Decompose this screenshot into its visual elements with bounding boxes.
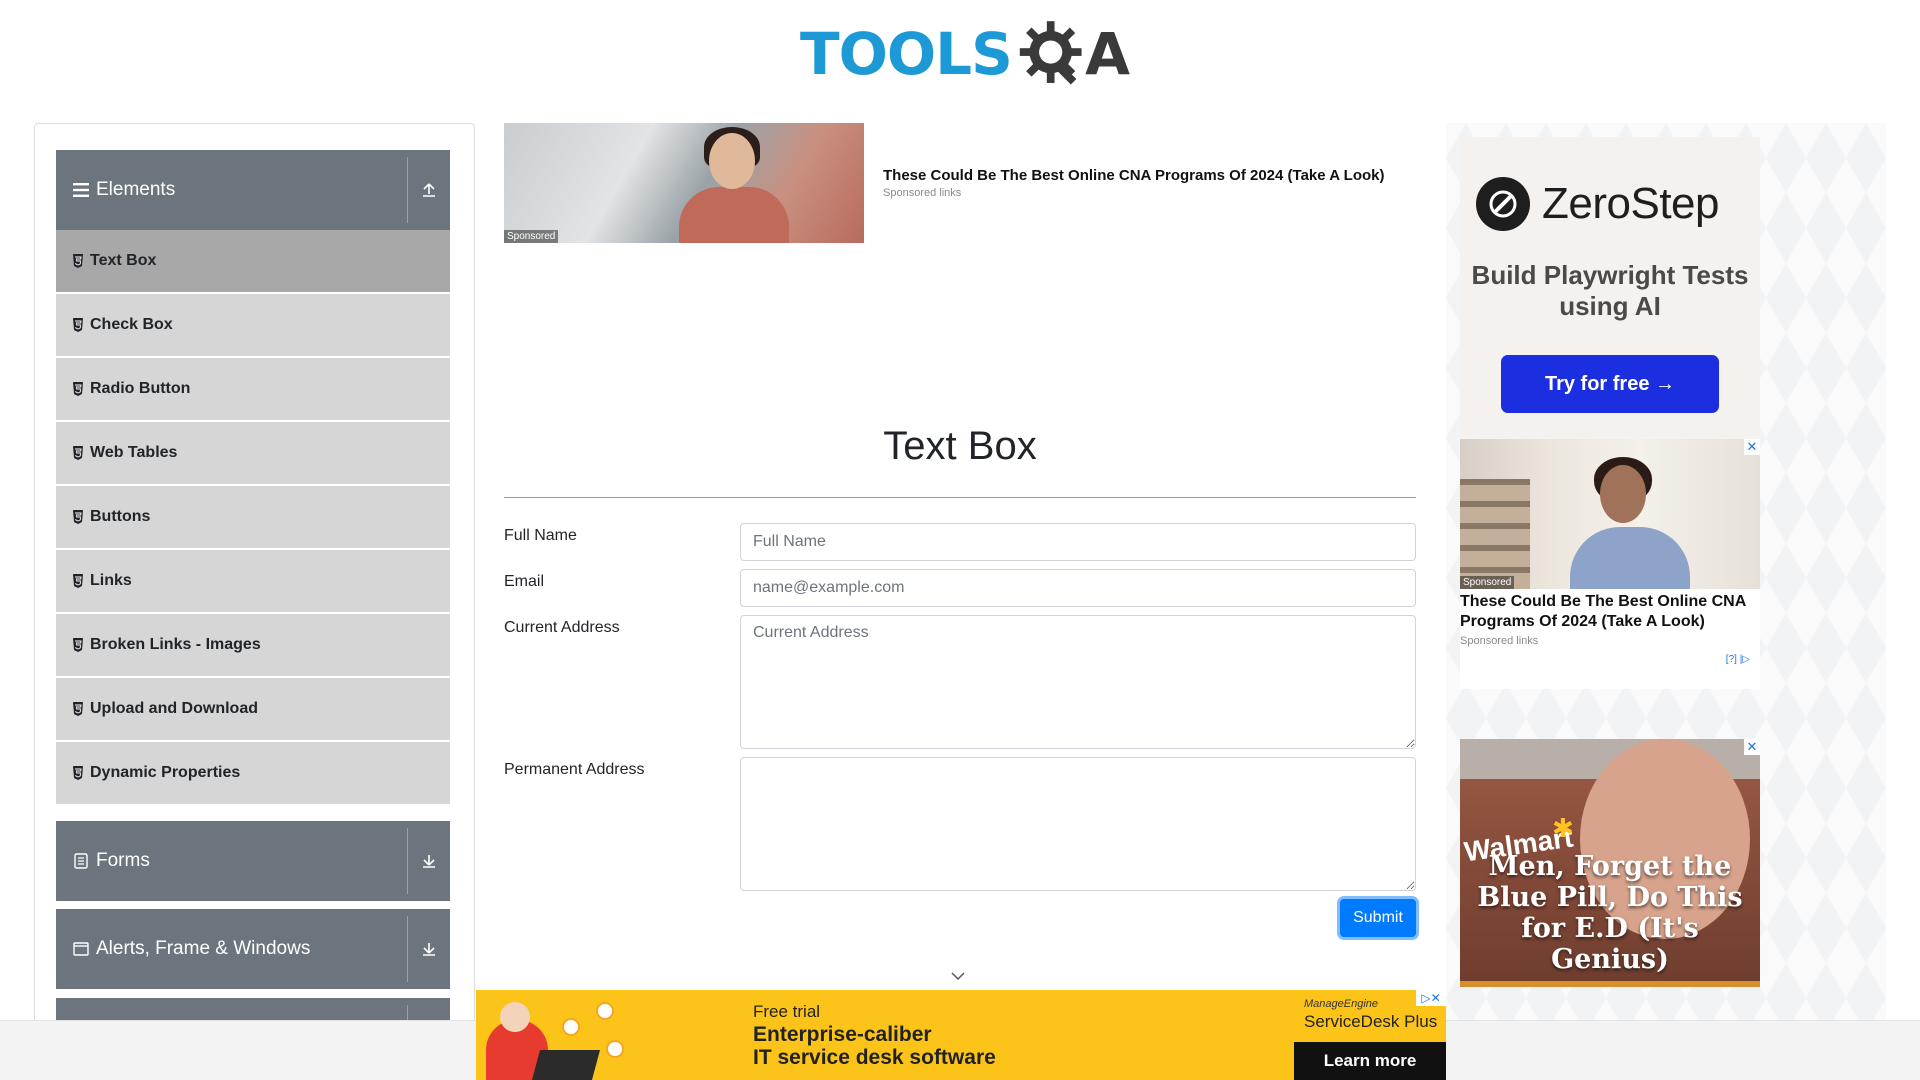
full-name-label: Full Name	[504, 527, 577, 544]
adchoices-close-icon[interactable]: ▷✕	[1416, 990, 1446, 1006]
sidebar-item-label: Dynamic Properties	[90, 764, 241, 781]
sidebar-item-label: Web Tables	[90, 444, 178, 461]
html5-icon	[73, 574, 83, 588]
sponsored-badge: Sponsored	[504, 230, 559, 243]
window-icon	[72, 940, 90, 958]
expand-icon[interactable]	[408, 941, 450, 957]
title-divider	[504, 497, 1416, 498]
sponsored-badge: Sponsored	[1460, 576, 1515, 589]
group-header-alerts-frame-windows[interactable]: Alerts, Frame & Windows	[56, 909, 450, 989]
ad-image[interactable]: Sponsored	[504, 123, 864, 243]
sidebar-item-label: Text Box	[90, 252, 157, 269]
top-sponsored-ad[interactable]: Sponsored These Could Be The Best Online…	[504, 123, 1464, 245]
hamburger-icon	[72, 181, 90, 199]
group-header-elements[interactable]: Elements	[56, 150, 450, 230]
sidebar-item-check-box[interactable]: Check Box	[56, 294, 450, 356]
zerostep-logo-icon	[1476, 177, 1530, 231]
sidebar-item-upload-and-download[interactable]: Upload and Download	[56, 678, 450, 740]
expand-icon[interactable]	[408, 853, 450, 869]
sidebar-item-web-tables[interactable]: Web Tables	[56, 422, 450, 484]
full-name-input[interactable]	[740, 523, 1416, 561]
group-label: Elements	[96, 179, 176, 200]
submit-button[interactable]: Submit	[1340, 899, 1416, 937]
servicedesk-banner-ad[interactable]: Free trial Enterprise-caliber IT service…	[476, 990, 1446, 1080]
email-input[interactable]	[740, 569, 1416, 607]
ad-title[interactable]: These Could Be The Best Online CNA Progr…	[1460, 592, 1760, 632]
html5-icon	[73, 382, 83, 396]
left-sidebar: Elements Text Box Check Box Radio Button…	[34, 123, 475, 1080]
close-icon[interactable]: ✕	[1744, 439, 1760, 455]
free-trial-label: Free trial	[753, 1002, 821, 1021]
zerostep-tagline: Build Playwright Tests using AI	[1471, 260, 1749, 321]
ad-sponsored-links: Sponsored links	[883, 187, 962, 199]
sidebar-item-radio-button[interactable]: Radio Button	[56, 358, 450, 420]
adchoices-icon[interactable]: [?] |▷	[1726, 654, 1750, 665]
gear-magnifier-icon	[1019, 21, 1082, 85]
sidebar-item-label: Upload and Download	[90, 700, 258, 717]
html5-icon	[73, 318, 83, 332]
current-address-label: Current Address	[504, 619, 620, 636]
sidebar-item-label: Links	[90, 572, 132, 589]
html5-icon	[73, 254, 83, 268]
sidebar-item-text-box[interactable]: Text Box	[56, 230, 450, 292]
permanent-address-label: Permanent Address	[504, 761, 645, 778]
group-label: Forms	[96, 850, 150, 871]
sidebar-item-label: Check Box	[90, 316, 173, 333]
logo-text: TOOLS	[800, 20, 1013, 88]
html5-icon	[73, 702, 83, 716]
illustration-laptop	[531, 1050, 601, 1080]
current-address-textarea[interactable]	[740, 615, 1416, 749]
zerostep-ad[interactable]: ZeroStep Build Playwright Tests using AI…	[1460, 137, 1760, 437]
sidebar-item-label: Radio Button	[90, 380, 191, 397]
group-header-forms[interactable]: Forms	[56, 821, 450, 901]
close-icon[interactable]: ✕	[1744, 739, 1760, 755]
try-for-free-button[interactable]: Try for free →	[1501, 355, 1719, 413]
html5-icon	[73, 510, 83, 524]
email-label: Email	[504, 573, 545, 590]
sidebar-item-label: Broken Links - Images	[90, 636, 261, 653]
toolsqa-logo[interactable]: TOOLS A	[800, 14, 1130, 94]
ad-sponsored-links: Sponsored links	[1460, 635, 1539, 647]
ad-headline[interactable]: Men, Forget the Blue Pill, Do This for E…	[1460, 851, 1760, 975]
logo-suffix: A	[1085, 20, 1130, 88]
ad-headline: Enterprise-caliber IT service desk softw…	[753, 1023, 996, 1069]
page: TOOLS A Elements Text Box Check Box Radi…	[0, 0, 1920, 1080]
walmart-ad[interactable]: Walmart ✱ Men, Forget the Blue Pill, Do …	[1460, 739, 1760, 987]
zerostep-brand: ZeroStep	[1542, 179, 1719, 228]
cna-ad[interactable]: Sponsored ✕ These Could Be The Best Onli…	[1460, 439, 1760, 689]
sidebar-item-buttons[interactable]: Buttons	[56, 486, 450, 548]
sidebar-item-dynamic-properties[interactable]: Dynamic Properties	[56, 742, 450, 804]
permanent-address-textarea[interactable]	[740, 757, 1416, 891]
sidebar-item-label: Buttons	[90, 508, 151, 525]
ad-image[interactable]: Sponsored ✕	[1460, 439, 1760, 589]
html5-icon	[73, 766, 83, 780]
walmart-spark-icon: ✱	[1552, 813, 1574, 843]
sidebar-item-broken-links-images[interactable]: Broken Links - Images	[56, 614, 450, 676]
ad-title[interactable]: These Could Be The Best Online CNA Progr…	[883, 167, 1385, 184]
collapse-icon[interactable]	[408, 182, 450, 198]
form-document-icon	[72, 852, 90, 870]
chevron-down-icon[interactable]	[950, 970, 966, 982]
sidebar-item-links[interactable]: Links	[56, 550, 450, 612]
manageengine-logo: ManageEngine	[1304, 998, 1379, 1010]
zerostep-logo: ZeroStep	[1476, 177, 1719, 231]
group-label: Alerts, Frame & Windows	[96, 938, 311, 959]
html5-icon	[73, 638, 83, 652]
adchoices-label: [?] |	[1725, 654, 1743, 665]
learn-more-button[interactable]: Learn more	[1294, 1042, 1446, 1080]
page-title: Text Box	[883, 424, 1037, 468]
html5-icon	[73, 446, 83, 460]
servicedesk-plus-brand: ServiceDesk Plus	[1304, 1012, 1438, 1031]
